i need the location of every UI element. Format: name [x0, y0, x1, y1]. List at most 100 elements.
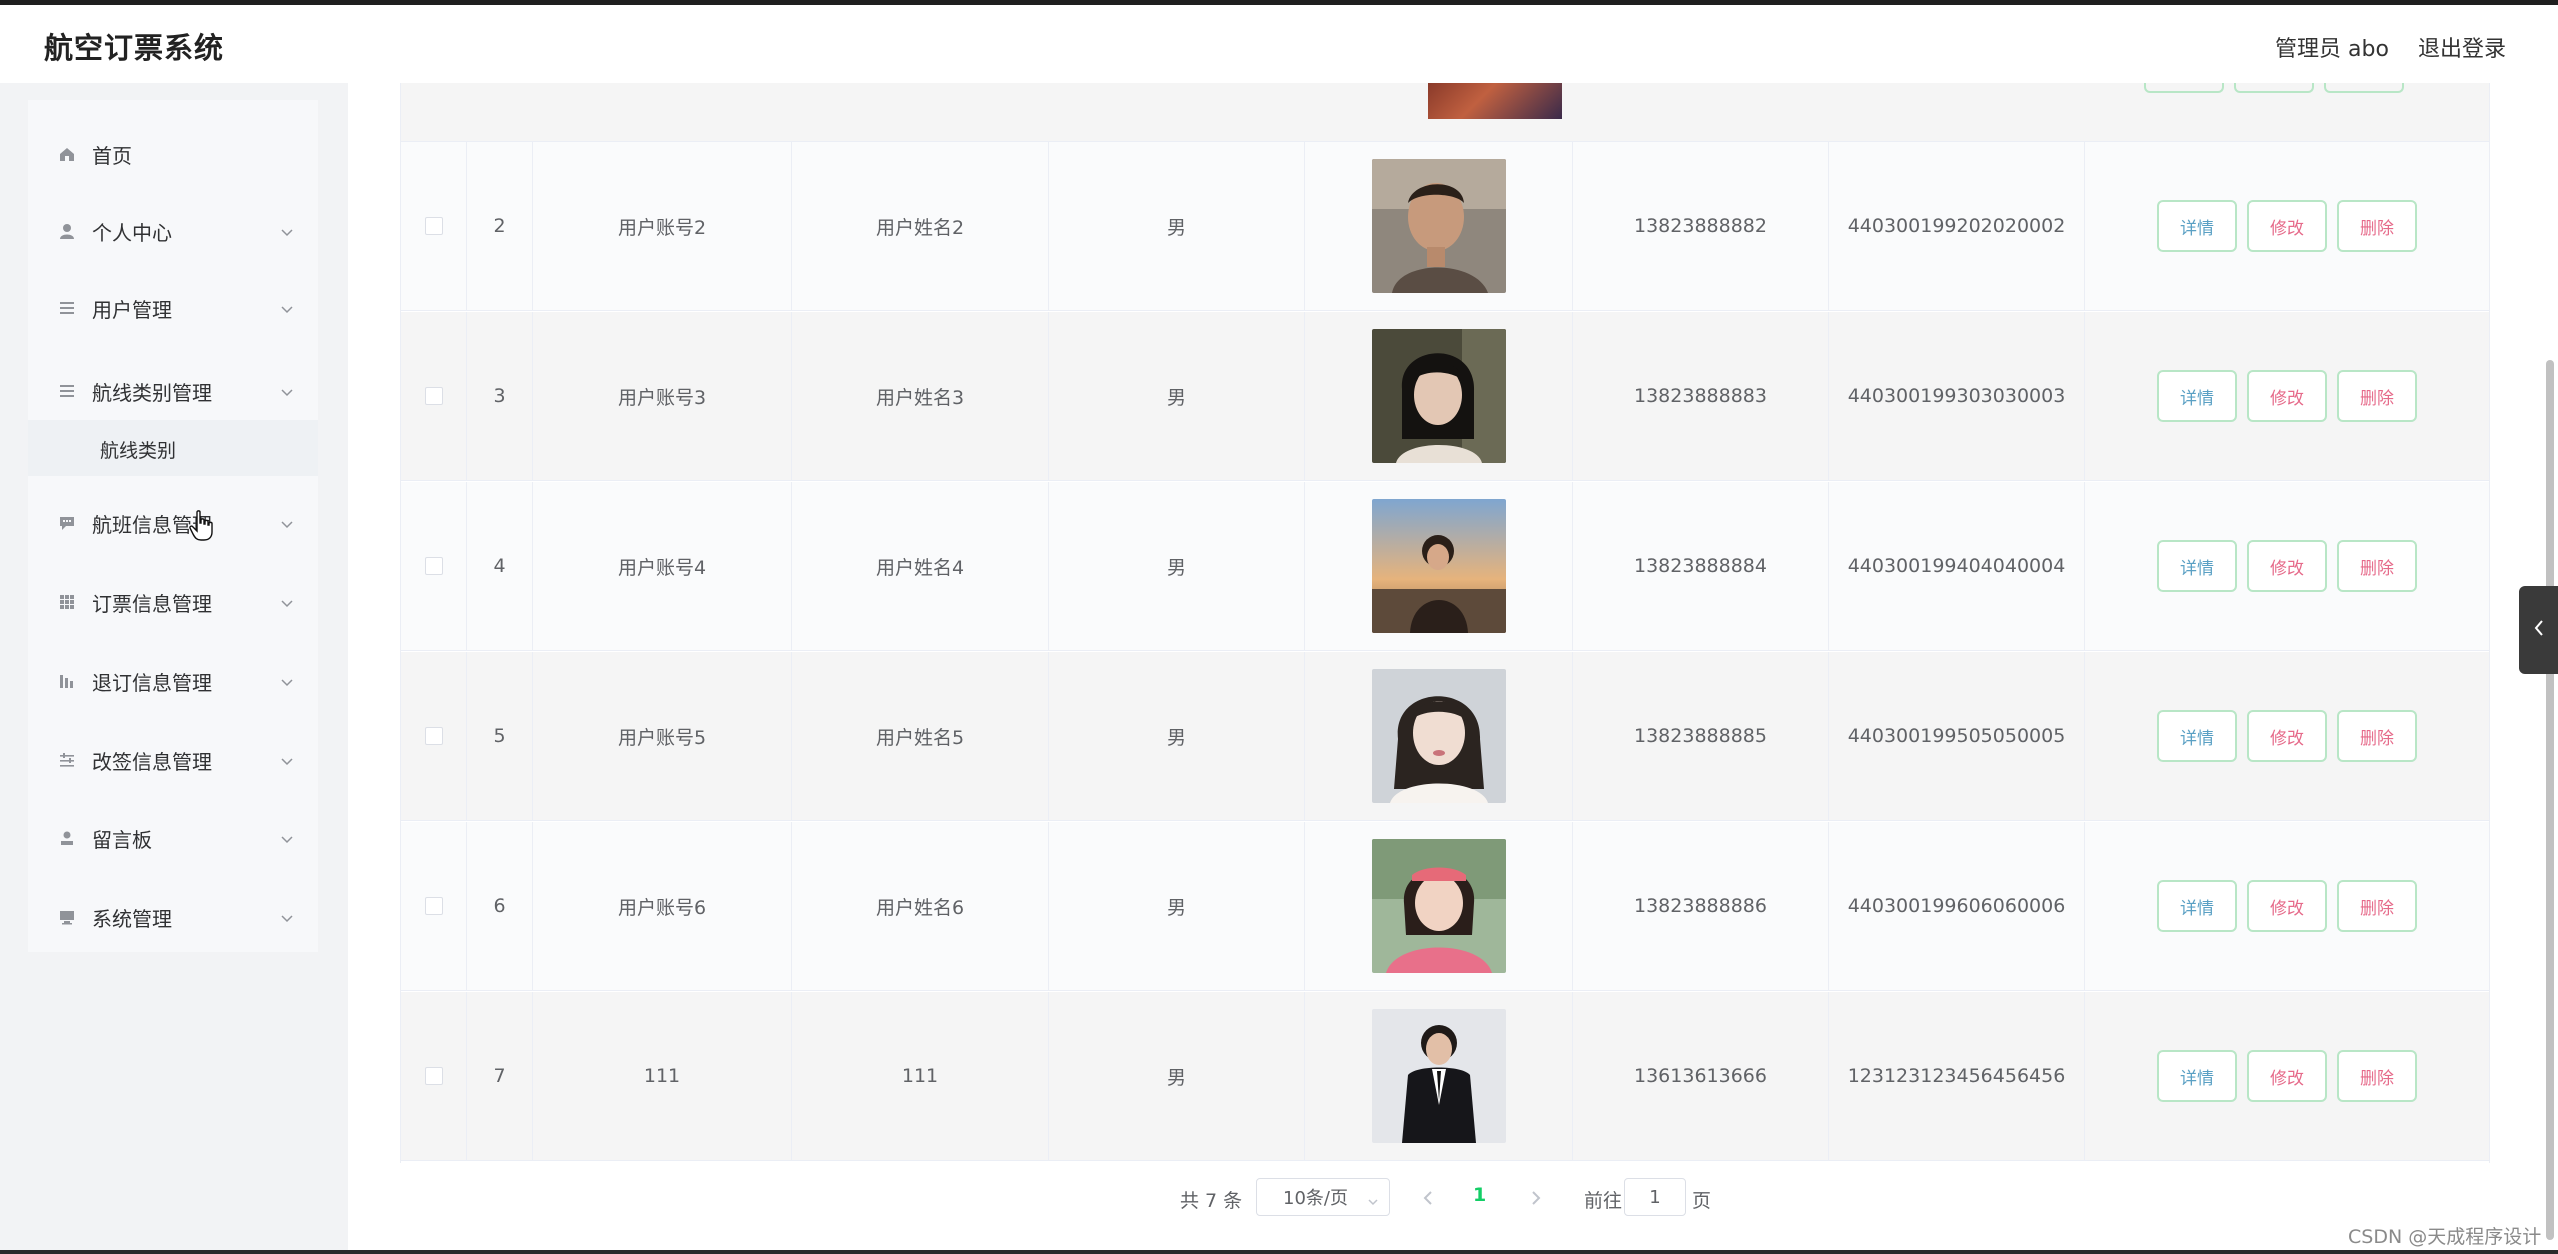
table-row: 2 用户账号2 用户姓名2 男 13823888882 440300199202…: [401, 142, 2489, 311]
list-icon: [58, 299, 76, 317]
user-account: 用户账号4: [533, 482, 792, 650]
delete-button[interactable]: 删除: [2337, 1050, 2417, 1102]
user-photo[interactable]: [1371, 329, 1506, 463]
user-photo: [1428, 83, 1562, 119]
sidebar-item-home[interactable]: 首页: [28, 124, 318, 184]
table-row: 5 用户账号5 用户姓名5 男 13823888885 440300199505…: [401, 652, 2489, 821]
chevron-down-icon: [280, 224, 294, 238]
sidebar-item-label: 用户管理: [92, 297, 172, 322]
sidebar-item-refund-info[interactable]: 退订信息管理: [28, 651, 318, 711]
user-sex: 男: [1049, 312, 1305, 480]
row-checkbox[interactable]: [424, 557, 443, 575]
sidebar-item-reschedule-info[interactable]: 改签信息管理: [28, 730, 318, 790]
chevron-down-icon: [280, 674, 294, 688]
sidebar-subitem-route-category[interactable]: 航线类别: [28, 420, 318, 476]
sidebar-item-profile[interactable]: 个人中心: [28, 201, 318, 261]
user-phone: 13823888883: [1573, 312, 1829, 480]
chevron-down-icon: [280, 831, 294, 845]
row-checkbox[interactable]: [424, 897, 443, 915]
sidebar-item-user-management[interactable]: 用户管理: [28, 278, 318, 338]
sidebar-item-message-board[interactable]: 留言板: [28, 808, 318, 868]
detail-button[interactable]: 详情: [2157, 1050, 2237, 1102]
user-photo[interactable]: [1371, 499, 1506, 633]
user-photo[interactable]: [1371, 1009, 1506, 1143]
sidebar-item-route-category[interactable]: 航线类别管理: [28, 361, 318, 421]
edit-button[interactable]: 修改: [2247, 370, 2327, 422]
detail-button[interactable]: 详情: [2157, 880, 2237, 932]
sidebar-item-label: 首页: [92, 143, 132, 168]
user-phone: 13823888884: [1573, 482, 1829, 650]
edit-button[interactable]: 修改: [2247, 540, 2327, 592]
sidebar-item-booking-info[interactable]: 订票信息管理: [28, 572, 318, 632]
user-sex: 男: [1049, 992, 1305, 1160]
row-checkbox[interactable]: [424, 1067, 443, 1085]
next-page-button[interactable]: [1526, 1186, 1546, 1210]
row-checkbox[interactable]: [424, 387, 443, 405]
top-header: 航空订票系统 管理员 abo 退出登录: [0, 5, 2558, 83]
table-row: 6 用户账号6 用户姓名6 男 13823888886 440300199606…: [401, 822, 2489, 991]
prev-page-button[interactable]: [1418, 1186, 1438, 1210]
sliders-icon: [58, 751, 76, 769]
sidebar-item-label: 改签信息管理: [92, 749, 212, 774]
user-phone: 13823888886: [1573, 822, 1829, 990]
detail-button[interactable]: 详情: [2157, 200, 2237, 252]
sidebar-menu: 首页 个人中心 用户管理 航线类别管理 航线类别 航班信息管理 订票信息管理 退…: [28, 100, 318, 952]
user-sex: 男: [1049, 652, 1305, 820]
sidebar-item-label: 个人中心: [92, 220, 172, 245]
delete-button-partial[interactable]: [2324, 83, 2404, 93]
grid-icon: [58, 593, 76, 611]
vertical-scrollbar[interactable]: [2546, 360, 2554, 1240]
sidebar-item-flight-info[interactable]: 航班信息管理: [28, 493, 318, 553]
sidebar-item-label: 退订信息管理: [92, 670, 212, 695]
user-phone: 13823888882: [1573, 142, 1829, 310]
sidebar-item-label: 留言板: [92, 827, 152, 852]
chevron-down-icon: [280, 301, 294, 315]
sidebar-item-system-management[interactable]: 系统管理: [28, 887, 318, 947]
table-row: 7 111 111 男 13613613666 1231231234564564…: [401, 992, 2489, 1161]
home-icon: [58, 145, 76, 163]
sidebar-item-label: 系统管理: [92, 906, 172, 931]
user-photo[interactable]: [1371, 669, 1506, 803]
user-id-card: 123123123456456456: [1829, 992, 2085, 1160]
side-panel-toggle[interactable]: [2519, 586, 2558, 674]
delete-button[interactable]: 删除: [2337, 710, 2417, 762]
detail-button[interactable]: 详情: [2157, 710, 2237, 762]
detail-button[interactable]: 详情: [2157, 370, 2237, 422]
row-index: 5: [467, 652, 533, 820]
delete-button[interactable]: 删除: [2337, 880, 2417, 932]
row-checkbox[interactable]: [424, 727, 443, 745]
delete-button[interactable]: 删除: [2337, 540, 2417, 592]
watermark-text: CSDN @天成程序设计: [2348, 1226, 2542, 1248]
delete-button[interactable]: 删除: [2337, 370, 2417, 422]
logout-button[interactable]: 退出登录: [2418, 31, 2506, 63]
window-bottom-border: [0, 1250, 2558, 1254]
user-photo[interactable]: [1371, 159, 1506, 293]
app-title: 航空订票系统: [44, 31, 225, 65]
detail-button[interactable]: 详情: [2157, 540, 2237, 592]
table-row-partial: [401, 83, 2489, 142]
user-name: 用户姓名3: [792, 312, 1049, 480]
user-account: 用户账号6: [533, 822, 792, 990]
user-name: 用户姓名2: [792, 142, 1049, 310]
edit-button[interactable]: 修改: [2247, 1050, 2327, 1102]
edit-button-partial[interactable]: [2234, 83, 2314, 93]
sidebar-item-label: 订票信息管理: [92, 591, 212, 616]
user-sex: 男: [1049, 822, 1305, 990]
edit-button[interactable]: 修改: [2247, 200, 2327, 252]
detail-button-partial[interactable]: [2144, 83, 2224, 93]
user-photo[interactable]: [1371, 839, 1506, 973]
delete-button[interactable]: 删除: [2337, 200, 2417, 252]
list-icon: [58, 382, 76, 400]
sidebar-item-label: 航线类别管理: [92, 380, 212, 405]
monitor-icon: [58, 908, 76, 926]
page-unit-label: 页: [1692, 1190, 1712, 1212]
page-size-select[interactable]: 10条/页: [1256, 1178, 1390, 1216]
chevron-down-icon: [280, 595, 294, 609]
page-number-current[interactable]: 1: [1473, 1184, 1486, 1206]
user-id-card: 440300199606060006: [1829, 822, 2085, 990]
edit-button[interactable]: 修改: [2247, 710, 2327, 762]
row-checkbox[interactable]: [424, 217, 443, 235]
edit-button[interactable]: 修改: [2247, 880, 2327, 932]
goto-page-input[interactable]: [1624, 1178, 1686, 1216]
main-content: 2 用户账号2 用户姓名2 男 13823888882 440300199202…: [348, 83, 2558, 1254]
